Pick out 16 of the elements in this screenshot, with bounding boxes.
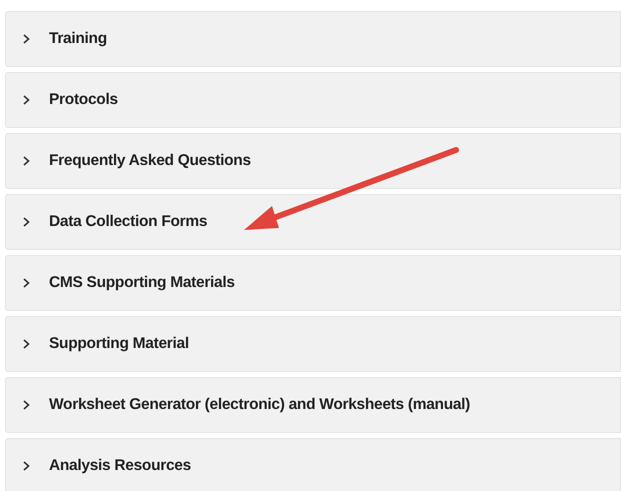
accordion-header[interactable]: CMS Supporting Materials	[5, 255, 621, 311]
accordion-header[interactable]: Supporting Material	[5, 316, 621, 372]
accordion-header[interactable]: Protocols	[5, 72, 621, 128]
accordion-header[interactable]: Frequently Asked Questions	[5, 133, 621, 189]
chevron-icon	[23, 34, 30, 44]
accordion-header[interactable]: Analysis Resources	[5, 438, 621, 491]
chevron-icon	[23, 461, 30, 471]
accordion-header[interactable]: Worksheet Generator (electronic) and Worksheets (manual)	[5, 377, 621, 433]
accordion-header[interactable]: Training	[5, 11, 621, 67]
chevron-icon	[23, 156, 30, 166]
accordion-header[interactable]: Data Collection Forms	[5, 194, 621, 250]
chevron-icon	[23, 339, 30, 349]
chevron-icon	[23, 278, 30, 288]
chevron-icon	[23, 217, 30, 227]
chevron-icon	[23, 95, 30, 105]
chevron-icon	[23, 400, 30, 410]
